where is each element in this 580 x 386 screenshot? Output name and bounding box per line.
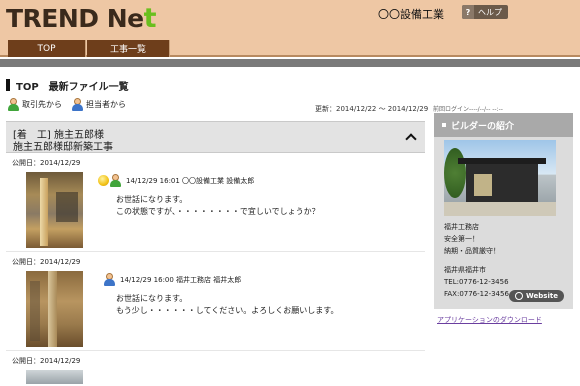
builder-tel: TEL:0776-12-3456: [444, 278, 509, 286]
sun-icon: [98, 175, 109, 186]
post-date: 公開日：2014/12/29: [12, 159, 81, 167]
post-photo[interactable]: [26, 172, 83, 248]
builder-location: 福井県福井市: [444, 266, 486, 274]
builder-photo: [444, 140, 556, 216]
post-body: 14/12/29 16:00 福井工務店 福井太郎 お世話になります。 もう少し…: [98, 273, 418, 317]
builder-tagline-2: 納期・品質厳守！: [444, 247, 500, 255]
filter-by-client[interactable]: 取引先から: [8, 98, 62, 111]
post-photo[interactable]: [26, 271, 83, 347]
post-author: 14/12/29 16:01 〇〇設備工業 設備太郎: [126, 176, 255, 185]
filter-client-label: 取引先から: [22, 100, 62, 109]
post-date: 公開日：2014/12/29: [12, 357, 81, 365]
help-icon: ?: [462, 5, 474, 19]
tab-top[interactable]: TOP: [8, 40, 86, 57]
builder-card: ビルダーの紹介 福井工務店 安全第一！ 納期・品質厳守！ 福井県福井市 TEL:…: [434, 113, 573, 309]
builder-fax: FAX:0776-12-3456: [444, 290, 509, 298]
filter-by-person[interactable]: 担当者から: [72, 98, 126, 111]
company-name: 〇〇設備工業: [378, 8, 444, 21]
title-bar-marker: [6, 79, 10, 91]
post-date: 公開日：2014/12/29: [12, 258, 81, 266]
thread-header[interactable]: [着 工] 施主五郎様 施主五郎様邸新築工事: [6, 121, 425, 153]
help-label: ヘルプ: [478, 7, 502, 17]
post-item: 公開日：2014/12/29 14/12/29 16:01 〇〇設備工業 設備太…: [6, 154, 425, 252]
tab-project-list[interactable]: 工事一覧: [87, 40, 170, 57]
post-meta: 14/12/29 16:01 〇〇設備工業 設備太郎: [98, 174, 418, 187]
post-item: 公開日：2014/12/29 14/12/29 16:00 福井工務店 福井太郎…: [6, 253, 425, 351]
post-message: お世話になります。 この状態ですが、・・・・・・・・で宜しいでしょうか？: [116, 195, 320, 216]
post-body: 14/12/29 16:01 〇〇設備工業 設備太郎 お世話になります。 この状…: [98, 174, 418, 218]
builder-info: 福井工務店 安全第一！ 納期・品質厳守！ 福井県福井市 TEL:0776-12-…: [444, 221, 509, 300]
logo-plus: t: [143, 3, 157, 34]
staff-person-icon: [72, 98, 83, 111]
builder-title: ビルダーの紹介: [434, 113, 573, 137]
thread-project-name: 施主五郎様邸新築工事: [13, 142, 113, 153]
globe-icon: [515, 292, 524, 300]
filter-person-label: 担当者から: [86, 100, 126, 109]
post-photo[interactable]: [26, 370, 83, 384]
separator-band: [0, 59, 580, 67]
client-person-icon: [110, 174, 121, 187]
chevron-up-icon[interactable]: [405, 131, 415, 141]
app-download-link[interactable]: アプリケーションのダウンロード: [437, 315, 542, 325]
filter-row: 取引先から 担当者から: [8, 98, 136, 111]
nav-bar: TOP 工事一覧: [0, 40, 580, 57]
updated-range: 更新：2014/12/22 〜 2014/12/29: [315, 105, 429, 113]
post-item: 公開日：2014/12/29: [6, 352, 425, 386]
page-title: TOP 最新ファイル一覧: [6, 79, 129, 93]
post-message: お世話になります。 もう少し・・・・・・してください。よろしくお願いします。: [116, 294, 339, 315]
staff-person-icon: [104, 273, 115, 286]
last-login: 前回ログイン----/--/-- --:--: [433, 106, 503, 113]
post-meta: 14/12/29 16:00 福井工務店 福井太郎: [104, 273, 418, 286]
help-button[interactable]: ? ヘルプ: [462, 5, 508, 19]
logo[interactable]: TREND Net: [6, 3, 157, 34]
builder-name: 福井工務店: [444, 223, 479, 231]
website-label: Website: [526, 292, 558, 300]
builder-tagline-1: 安全第一！: [444, 235, 479, 243]
post-author: 14/12/29 16:00 福井工務店 福井太郎: [120, 275, 242, 284]
client-person-icon: [8, 98, 19, 111]
website-button[interactable]: Website: [509, 290, 564, 302]
